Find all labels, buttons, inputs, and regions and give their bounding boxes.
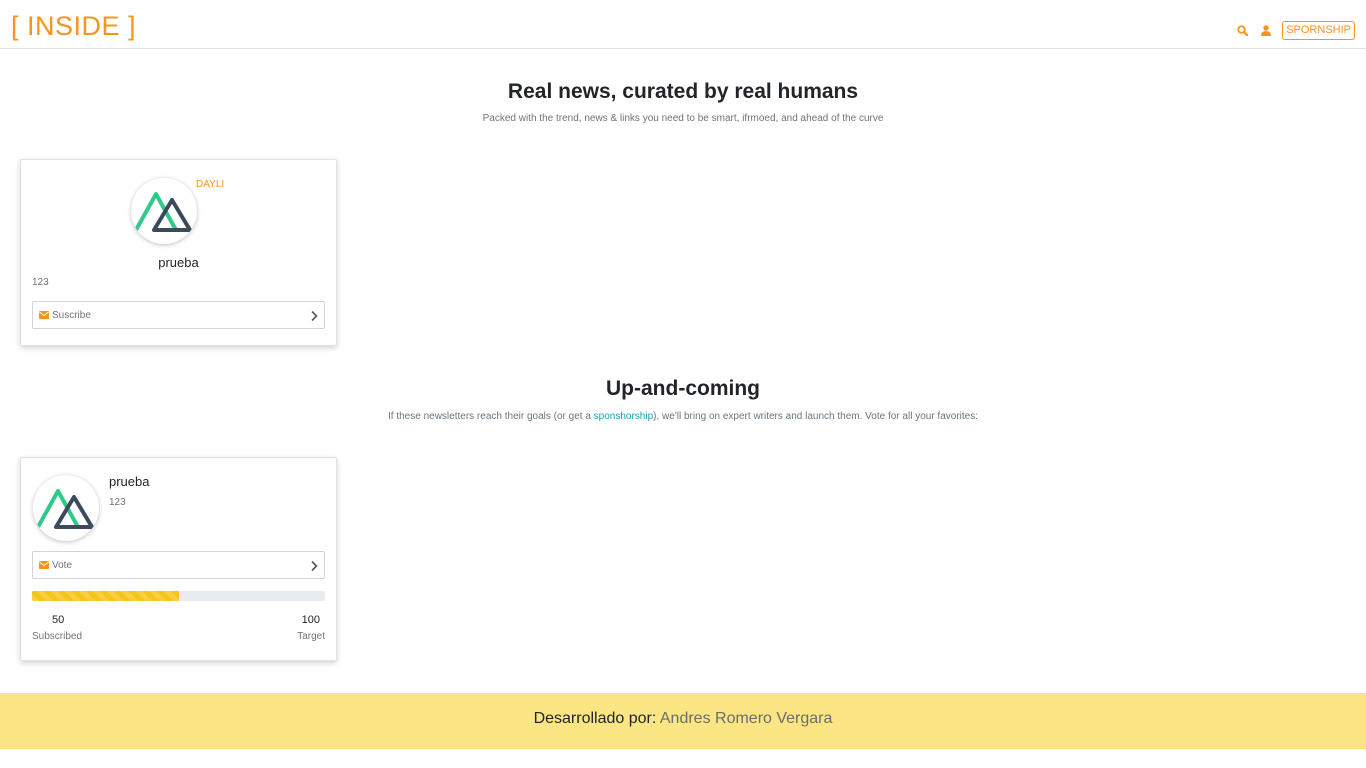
mountain-logo-icon bbox=[134, 192, 192, 232]
newsletter-name: prueba bbox=[109, 474, 150, 489]
goal-progress-bar bbox=[32, 591, 325, 601]
envelope-icon bbox=[39, 561, 49, 569]
mountain-logo-icon bbox=[36, 489, 94, 529]
newsletter-avatar bbox=[33, 475, 99, 541]
subscriber-count: 123 bbox=[109, 497, 126, 508]
target-value: 100 bbox=[301, 614, 320, 626]
sponsorship-button[interactable]: SPORNSHIP bbox=[1282, 20, 1355, 40]
user-icon[interactable] bbox=[1254, 20, 1278, 40]
upcoming-newsletter-card: prueba 123 Vote 50 Subscribed 100 Target bbox=[20, 457, 337, 661]
upcoming-title: Up-and-coming bbox=[606, 377, 760, 400]
hero-subtitle: Packed with the trend, news & links you … bbox=[482, 113, 884, 124]
subscribed-value: 50 bbox=[52, 614, 65, 626]
subscriber-count: 123 bbox=[32, 277, 49, 288]
frequency-badge: DAYLI bbox=[196, 179, 225, 190]
sponsorship-link[interactable]: sponshorship bbox=[594, 411, 653, 422]
subscribe-button-label: Suscribe bbox=[52, 309, 91, 321]
vote-button-label: Vote bbox=[52, 559, 73, 571]
envelope-icon bbox=[39, 311, 49, 319]
brand-logo-link[interactable]: [ INSIDE ] bbox=[11, 9, 136, 43]
subscribe-button[interactable]: Suscribe bbox=[32, 301, 325, 329]
page-footer: Desarrollado por: Andres Romero Vergara bbox=[0, 693, 1366, 749]
newsletter-avatar bbox=[131, 178, 197, 244]
newsletter-name: prueba bbox=[158, 255, 199, 270]
footer-prefix: Desarrollado por: bbox=[533, 710, 660, 727]
chevron-right-icon bbox=[311, 560, 318, 572]
vote-button[interactable]: Vote bbox=[32, 551, 325, 579]
hero-title: Real news, curated by real humans bbox=[507, 80, 859, 103]
chevron-right-icon bbox=[311, 310, 318, 322]
nav-actions: SPORNSHIP bbox=[1230, 20, 1355, 40]
goal-progress-fill bbox=[32, 591, 179, 601]
upcoming-subtitle: If these newsletters reach their goals (… bbox=[388, 411, 978, 422]
newsletter-card: DAYLI prueba 123 Suscribe bbox=[20, 159, 337, 346]
top-navbar: [ INSIDE ] SPORNSHIP bbox=[0, 0, 1366, 49]
subscribed-label: Subscribed bbox=[32, 631, 83, 642]
search-icon[interactable] bbox=[1230, 20, 1254, 40]
author-link[interactable]: Andres Romero Vergara bbox=[660, 710, 833, 727]
target-label: Target bbox=[297, 631, 325, 642]
